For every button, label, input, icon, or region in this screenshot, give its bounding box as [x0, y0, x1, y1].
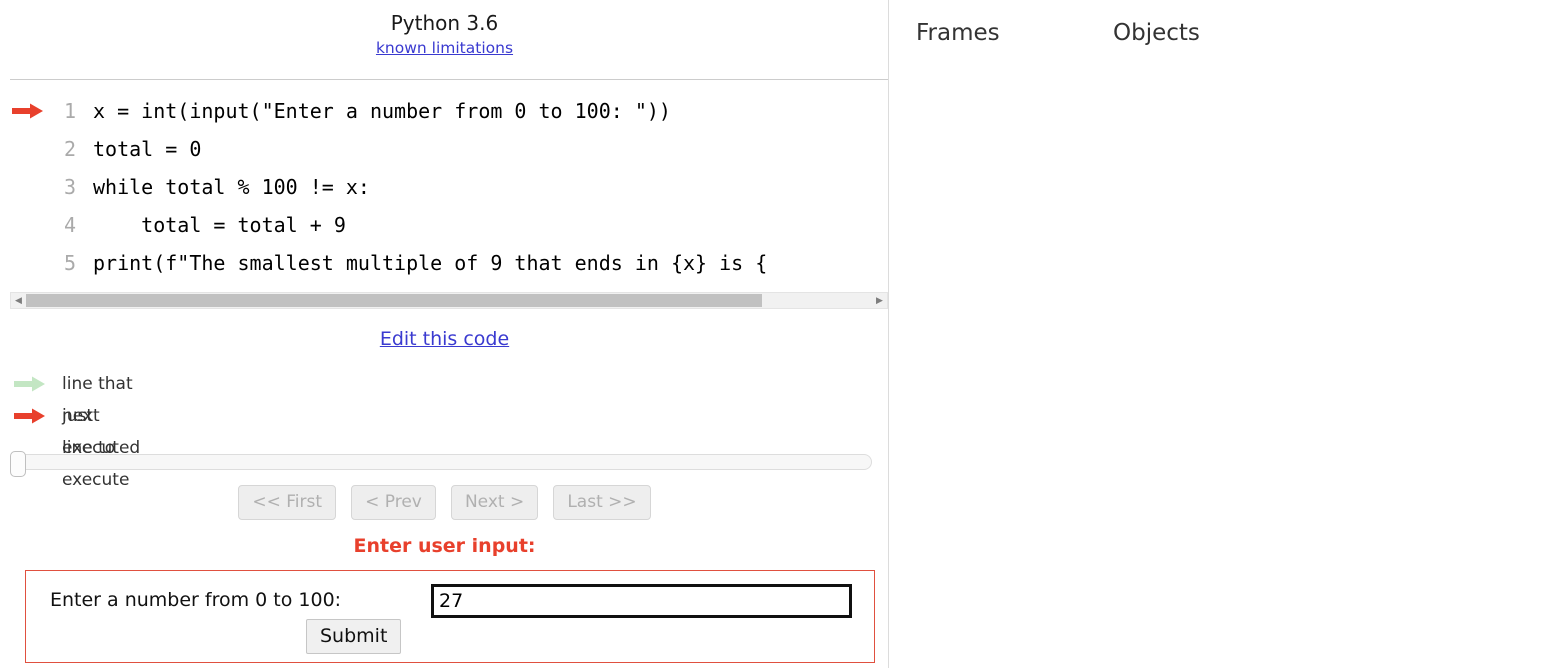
- code-line-number: 5: [63, 251, 76, 275]
- first-button[interactable]: << First: [238, 485, 337, 520]
- code-top-divider: [10, 79, 888, 80]
- code-row[interactable]: 2 total = 0: [0, 130, 889, 168]
- arrow-cell-empty: [12, 244, 46, 282]
- arrow-cell-empty: [12, 130, 46, 168]
- code-row[interactable]: 3 while total % 100 != x:: [0, 168, 889, 206]
- submit-row: Submit: [26, 619, 876, 654]
- code-line-text: total = 0: [93, 137, 202, 161]
- python-tutor-visualizer: Python 3.6 known limitations 1 x = int(i…: [0, 0, 1553, 668]
- code-row[interactable]: 1 x = int(input("Enter a number from 0 t…: [0, 92, 889, 130]
- user-input-panel: Enter a number from 0 to 100: Submit: [25, 570, 875, 663]
- scroll-right-arrow-icon[interactable]: ▶: [872, 293, 887, 308]
- scroll-left-arrow-icon[interactable]: ◀: [11, 293, 26, 308]
- step-navigation-buttons: << First < Prev Next > Last >>: [0, 485, 889, 520]
- code-row[interactable]: 5 print(f"The smallest multiple of 9 tha…: [0, 244, 889, 282]
- prompt-row: Enter a number from 0 to 100:: [26, 580, 876, 620]
- code-line-number: 4: [63, 213, 76, 237]
- code-line-number: 2: [63, 137, 76, 161]
- objects-heading: Objects: [1113, 20, 1200, 46]
- scrollbar-track[interactable]: [26, 293, 872, 308]
- prev-button[interactable]: < Prev: [351, 485, 436, 520]
- python-version-title: Python 3.6: [390, 11, 499, 35]
- user-input-prompt-label: Enter a number from 0 to 100:: [50, 589, 342, 611]
- code-line-text: x = int(input("Enter a number from 0 to …: [93, 99, 671, 123]
- version-header: Python 3.6 known limitations: [0, 10, 889, 58]
- user-input-title: Enter user input:: [353, 535, 536, 557]
- code-line-text: while total % 100 != x:: [93, 175, 370, 199]
- frames-heading: Frames: [916, 20, 1000, 46]
- code-horizontal-scrollbar[interactable]: ◀ ▶: [10, 292, 888, 309]
- code-line-number: 3: [63, 175, 76, 199]
- code-line-number: 1: [63, 99, 76, 123]
- edit-this-code-link[interactable]: Edit this code: [380, 328, 509, 350]
- edit-code-wrap: Edit this code: [0, 328, 889, 350]
- scrollbar-thumb[interactable]: [26, 294, 763, 307]
- execution-step-slider[interactable]: [10, 451, 872, 477]
- column-divider: [888, 0, 889, 668]
- code-line-text: total = total + 9: [93, 213, 346, 237]
- slider-track[interactable]: [10, 454, 872, 470]
- next-button[interactable]: Next >: [450, 485, 539, 520]
- submit-button[interactable]: Submit: [306, 619, 402, 654]
- code-line-text: print(f"The smallest multiple of 9 that …: [93, 251, 768, 275]
- executed-line-arrow-icon: [14, 376, 45, 392]
- legend-label-next: next line to execute: [62, 406, 130, 490]
- code-listing: 1 x = int(input("Enter a number from 0 t…: [0, 92, 889, 288]
- code-row[interactable]: 4 total = total + 9: [0, 206, 889, 244]
- next-line-arrow-icon: [14, 408, 45, 424]
- last-button[interactable]: Last >>: [553, 485, 651, 520]
- slider-handle[interactable]: [10, 451, 26, 477]
- user-input-field[interactable]: [431, 584, 852, 618]
- code-panel: Python 3.6 known limitations 1 x = int(i…: [0, 0, 889, 668]
- arrow-cell-empty: [12, 168, 46, 206]
- next-line-arrow-icon: [12, 103, 43, 119]
- known-limitations-link[interactable]: known limitations: [376, 38, 513, 58]
- arrow-cell-empty: [12, 206, 46, 244]
- next-line-arrow-cell: [12, 92, 46, 130]
